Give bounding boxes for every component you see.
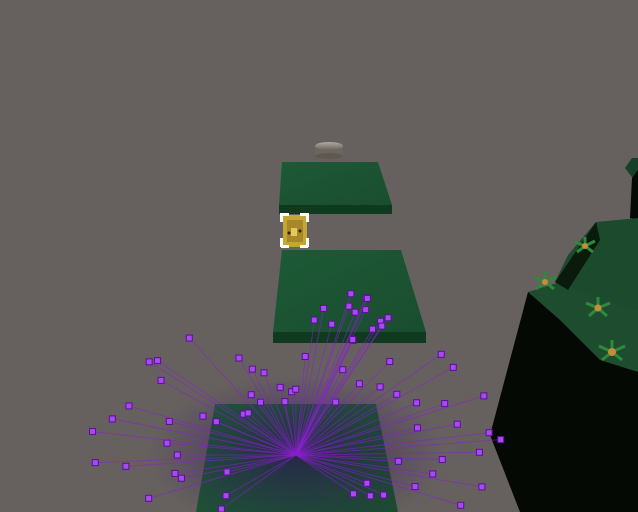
particle-head [199,412,207,420]
particle-head [165,417,173,425]
particle-head [320,304,328,312]
particle-head [217,505,225,512]
particle-head [363,294,371,302]
particle-head [378,322,386,330]
particle-head [163,439,171,447]
particle-head [393,390,401,398]
platform-top [279,162,392,214]
particle-head [413,399,421,407]
particle-head [369,325,377,333]
particle-head [339,366,347,374]
particle-head [449,363,457,371]
particle-head [257,398,265,406]
particle-head [328,320,336,328]
player-character [280,213,309,248]
particle-head [157,376,165,384]
particle-head [394,457,402,465]
particle-head [310,316,318,324]
particle-head [108,415,116,423]
particle-head [281,398,289,406]
particle-head [386,358,394,366]
particle-head [185,334,193,342]
particle-head [347,290,355,298]
particle-head [145,494,153,502]
particle-head [171,469,179,477]
particle-head [212,418,220,426]
particle-head [349,336,357,344]
particle-head [276,383,284,391]
coin-pickup [315,142,343,159]
particle-head [349,490,357,498]
particle-head [248,365,256,373]
particle-head [301,352,309,360]
particle-head [292,385,300,393]
particle-head [480,392,488,400]
particle-head [453,420,461,428]
particle-head [366,492,374,500]
particle-head [222,492,230,500]
particle-head [351,308,359,316]
particle-head [244,409,252,417]
game-scene [0,0,638,512]
particle-head [437,350,445,358]
particle-head [173,451,181,459]
particle-head [332,398,340,406]
particle-head [355,380,363,388]
particle-head [411,483,419,491]
game-viewport[interactable] [0,0,638,512]
particle-head [457,501,465,509]
particle-head [478,483,486,491]
particle-head [145,358,153,366]
particle-head [429,470,437,478]
particle-head [89,427,97,435]
particle-head [154,357,162,365]
particle-head [122,462,130,470]
particle-head [438,455,446,463]
particle-head [363,479,371,487]
particle-head [125,402,133,410]
particle-head [497,436,505,444]
particle-head [376,383,384,391]
particle-head [384,314,392,322]
particle-head [441,400,449,408]
particle-head [177,474,185,482]
particle-head [475,448,483,456]
particle-head [260,369,268,377]
particle-head [380,491,388,499]
particle-head [414,424,422,432]
particle-head [485,429,493,437]
particle-head [235,354,243,362]
particle-head [91,459,99,467]
particle-head [247,391,255,399]
